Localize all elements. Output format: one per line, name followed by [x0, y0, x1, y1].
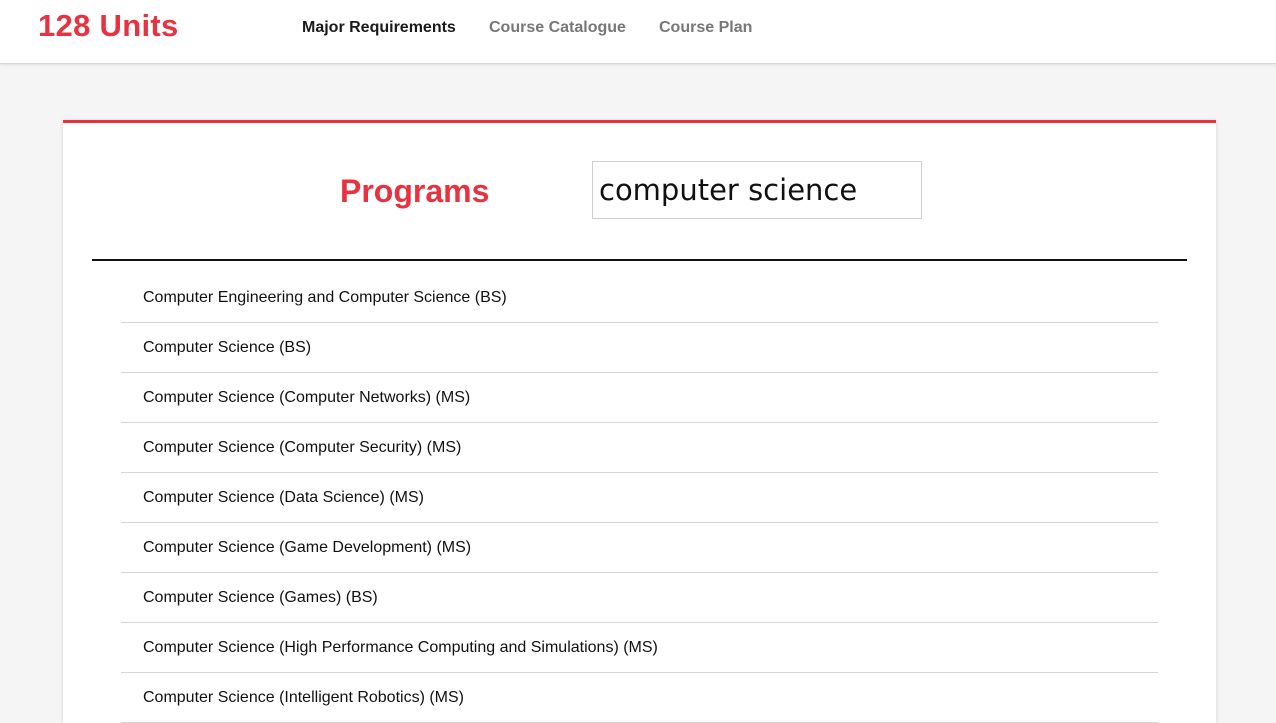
program-search-input[interactable] — [592, 161, 922, 219]
brand-logo[interactable]: 128 Units — [38, 8, 179, 44]
nav-course-plan[interactable]: Course Plan — [659, 19, 752, 37]
top-navigation-bar: 128 Units Major Requirements Course Cata… — [0, 0, 1276, 64]
program-list-item[interactable]: Computer Science (Computer Networks) (MS… — [121, 373, 1158, 423]
program-list-item[interactable]: Computer Science (BS) — [121, 323, 1158, 373]
programs-title: Programs — [340, 173, 490, 209]
program-list: Computer Engineering and Computer Scienc… — [121, 273, 1158, 723]
program-list-item[interactable]: Computer Science (Intelligent Robotics) … — [121, 673, 1158, 723]
nav-major-requirements[interactable]: Major Requirements — [302, 19, 456, 37]
program-list-item[interactable]: Computer Science (Data Science) (MS) — [121, 473, 1158, 523]
program-list-item[interactable]: Computer Science (Computer Security) (MS… — [121, 423, 1158, 473]
program-list-item[interactable]: Computer Engineering and Computer Scienc… — [121, 273, 1158, 323]
nav-course-catalogue[interactable]: Course Catalogue — [489, 19, 626, 37]
programs-card: Programs Computer Engineering and Comput… — [63, 120, 1216, 723]
program-list-item[interactable]: Computer Science (Game Development) (MS) — [121, 523, 1158, 573]
program-list-item[interactable]: Computer Science (Games) (BS) — [121, 573, 1158, 623]
program-list-item[interactable]: Computer Science (High Performance Compu… — [121, 623, 1158, 673]
section-divider — [92, 259, 1187, 261]
